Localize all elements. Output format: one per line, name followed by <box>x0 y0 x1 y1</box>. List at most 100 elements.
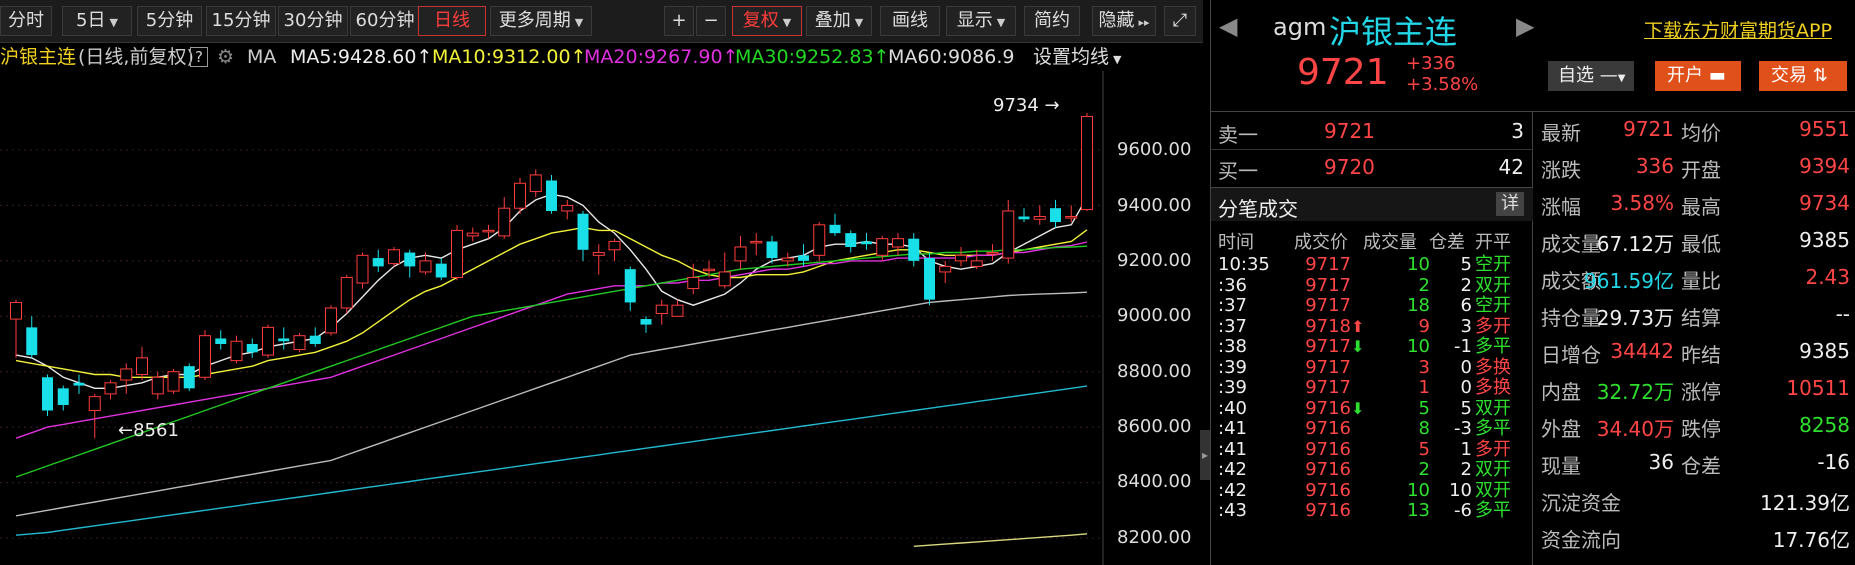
tick-price: 9716 <box>1305 418 1351 439</box>
open-account-button[interactable]: 开户 ▬ <box>1655 61 1741 91</box>
tick-time: :39 <box>1218 377 1247 398</box>
candle-body-down <box>435 263 447 278</box>
price-change-pct: +3.58% <box>1406 74 1479 95</box>
tick-price: 9717 <box>1305 254 1351 275</box>
ma-label: MA <box>247 46 277 68</box>
tick-volume: 2 <box>1418 459 1430 480</box>
tick-price: 9717 <box>1305 356 1351 378</box>
tab-label: 分时 <box>8 10 44 31</box>
trade-button[interactable]: 交易 ⇅ <box>1759 61 1847 91</box>
display-button[interactable]: 显示 ▼ <box>946 6 1016 36</box>
tick-oi-change: 0 <box>1460 377 1472 398</box>
stat-label: 最新 <box>1541 121 1581 145</box>
fund-value: 121.39亿 <box>1760 491 1850 515</box>
candle-body-down <box>57 388 69 405</box>
tab-daily[interactable]: 日线 <box>418 6 486 36</box>
candle-body-up <box>388 249 400 265</box>
zoom-out-button[interactable]: − <box>696 6 726 36</box>
low-annotation: ←8561 <box>118 420 179 441</box>
ask-label: 卖一 <box>1218 123 1258 147</box>
candle-body-down <box>829 224 841 234</box>
candle-body-up <box>1002 210 1015 259</box>
chevron-down-icon: ▼ <box>782 16 792 29</box>
tab-30min[interactable]: 30分钟 <box>278 6 348 36</box>
candle-body-up <box>356 254 369 284</box>
tab-5min[interactable]: 5分钟 <box>137 6 202 36</box>
period-toolbar: 分时 5日 ▼ 5分钟 15分钟 30分钟 60分钟 日线 更多周期 ▼ + − 复… <box>0 0 1203 43</box>
high-value: 9734 <box>993 95 1039 116</box>
tab-60min[interactable]: 60分钟 <box>350 6 420 36</box>
stats-panel: 最新 9721 均价 9551 涨跌 336 开盘 9394 涨幅 3.58% 最高 9734 成交量 6… <box>1533 112 1855 565</box>
candle-body-up <box>876 238 889 256</box>
stat-value: 9734 <box>1799 191 1850 215</box>
overlay-button[interactable]: 叠加 ▼ <box>806 6 872 36</box>
stat-label: 现量 <box>1541 454 1581 478</box>
candle-body-down <box>404 252 416 267</box>
bid-label: 买一 <box>1218 159 1258 183</box>
fuquan-button[interactable]: 复权 ▼ <box>732 6 802 36</box>
candle-body-up <box>1033 216 1046 220</box>
candle-body-up <box>340 276 353 309</box>
collapse-handle[interactable]: ▸ <box>1200 430 1210 480</box>
kline-chart[interactable]: 9600.00 9400.00 9200.00 9000.00 8800.00 … <box>0 71 1203 565</box>
prev-instrument-icon[interactable]: ◀ <box>1219 12 1237 40</box>
tab-intraday[interactable]: 分时 <box>0 6 52 36</box>
detail-button[interactable]: 详 <box>1496 192 1524 216</box>
hide-button[interactable]: 隐藏 ▸▸ <box>1092 6 1156 36</box>
tick-row: :39 9717 3 0 多换 <box>1211 357 1533 378</box>
candle-body-up <box>167 371 180 392</box>
double-chevron-right-icon: ▸▸ <box>1138 16 1150 29</box>
tick-volume: 13 <box>1407 500 1430 521</box>
tick-type: 多平 <box>1475 500 1511 521</box>
chevron-down-icon: ▼ <box>854 16 864 29</box>
stat-value: 34442 <box>1610 339 1674 363</box>
tick-time: :37 <box>1218 295 1247 316</box>
tick-volume: 2 <box>1418 274 1430 296</box>
ma-settings-link[interactable]: 设置均线 ▼ <box>1033 43 1122 71</box>
tab-label: 15分钟 <box>211 10 271 31</box>
ma-settings-label: 设置均线 <box>1033 46 1110 68</box>
tick-oi-change: -1 <box>1454 336 1472 357</box>
candle-body-up <box>687 276 700 290</box>
ma20-text: MA20:9267.90 <box>584 46 723 68</box>
draw-line-button[interactable]: 画线 <box>880 6 940 36</box>
tick-volume: 8 <box>1418 418 1430 439</box>
button-label: 隐藏 <box>1098 10 1135 31</box>
download-app-link[interactable]: 下载东方财富期货APP <box>1644 16 1832 43</box>
tab-more-periods[interactable]: 更多周期 ▼ <box>490 6 592 36</box>
candle-body-up <box>939 265 952 273</box>
stat-label: 涨跌 <box>1541 158 1581 182</box>
tab-5day[interactable]: 5日 ▼ <box>62 6 132 36</box>
tick-type: 多换 <box>1475 356 1511 378</box>
candle-body-up <box>199 335 211 378</box>
next-instrument-icon[interactable]: ▶ <box>1516 12 1534 40</box>
button-label: 简约 <box>1034 10 1070 31</box>
y-tick-label: 8200.00 <box>1117 527 1192 548</box>
tab-15min[interactable]: 15分钟 <box>206 6 276 36</box>
stat-value: 336 <box>1635 154 1674 178</box>
candle-body-up <box>120 368 133 381</box>
stat-value: 9394 <box>1799 154 1850 178</box>
watchlist-button[interactable]: 自选 —▼ <box>1548 61 1634 91</box>
bid-price: 9720 <box>1324 155 1375 179</box>
last-price: 9721 <box>1297 52 1389 93</box>
candle-body-down <box>766 241 778 259</box>
tick-row: :37 9717 18 6 空开 <box>1211 295 1533 316</box>
tick-volume: 5 <box>1418 397 1430 419</box>
candle-body-up <box>466 232 479 237</box>
ask-volume: 3 <box>1511 119 1524 143</box>
candle-body-up <box>151 376 164 395</box>
tick-row: :36 9717 2 2 双开 <box>1211 275 1533 296</box>
stat-label: 最低 <box>1681 232 1721 256</box>
button-label: 画线 <box>892 10 928 31</box>
zoom-in-button[interactable]: + <box>664 6 694 36</box>
tab-label: 5日 <box>76 10 106 31</box>
y-tick-label: 8400.00 <box>1117 471 1192 492</box>
help-icon[interactable]: ? <box>190 47 208 67</box>
fullscreen-button[interactable]: ⤢ <box>1164 6 1196 36</box>
tick-price: 9716 <box>1305 438 1351 460</box>
simple-button[interactable]: 简约 <box>1024 6 1080 36</box>
tick-time: :41 <box>1218 438 1247 460</box>
gear-icon[interactable]: ⚙ <box>217 43 234 71</box>
fund-label: 沉淀资金 <box>1541 491 1621 515</box>
